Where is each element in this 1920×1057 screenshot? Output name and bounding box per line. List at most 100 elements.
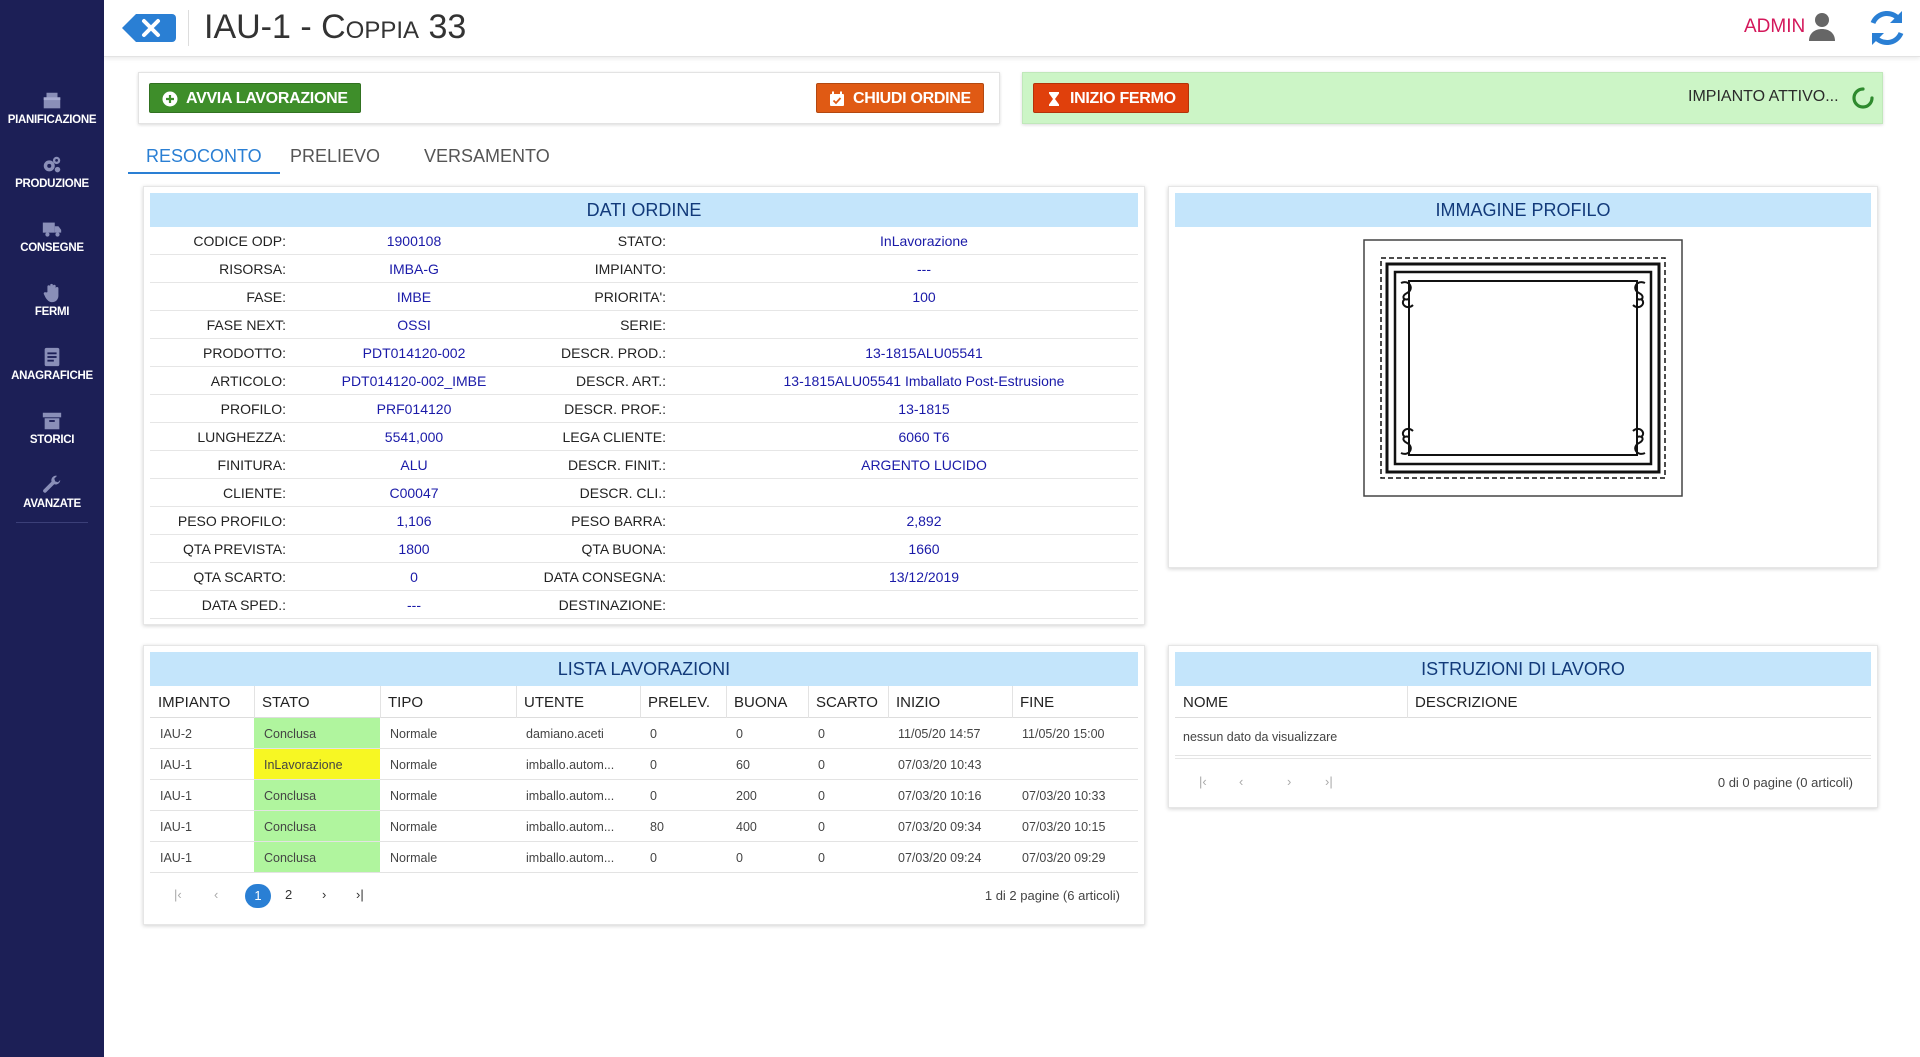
dati-row: RISORSA: IMBA-G IMPIANTO: --- <box>150 255 1138 283</box>
column-header[interactable]: PRELEV. <box>648 694 710 711</box>
cell-inizio: 11/05/20 14:57 <box>898 727 981 741</box>
prev-page-icon[interactable]: ‹ <box>1239 774 1243 789</box>
field-label: DESCR. CLI.: <box>579 485 666 501</box>
hand-icon <box>0 276 104 304</box>
field-value: 13-1815ALU05541 Imballato Post-Estrusion… <box>783 373 1065 389</box>
sidebar-item-avanzate[interactable]: AVANZATE <box>0 468 104 524</box>
column-header[interactable]: BUONA <box>734 694 787 711</box>
field-label: FASE NEXT: <box>206 317 286 333</box>
close-icon <box>122 14 176 42</box>
dati-ordine-panel: DATI ORDINE CODICE ODP: 1900108 STATO: InLa… <box>143 186 1145 625</box>
cell-impianto: IAU-2 <box>160 727 192 741</box>
cell-fine: 07/03/20 10:15 <box>1022 820 1106 834</box>
refresh-icon[interactable] <box>1866 7 1908 49</box>
field-label: PRIORITA': <box>594 289 666 305</box>
cell-buona: 0 <box>736 727 743 741</box>
page-button-current[interactable]: 1 <box>245 884 271 908</box>
column-header[interactable]: SCARTO <box>816 694 878 711</box>
field-label: DESCR. PROF.: <box>564 401 666 417</box>
column-header[interactable]: STATO <box>262 694 310 711</box>
inizio-fermo-button[interactable]: INIZIO FERMO <box>1033 83 1189 113</box>
sidebar-item-fermi[interactable]: FERMI <box>0 276 104 332</box>
pager-info: 1 di 2 pagine (6 articoli) <box>984 888 1120 903</box>
cell-tipo: Normale <box>390 758 438 772</box>
dati-row: QTA SCARTO: 0 DATA CONSEGNA: 13/12/2019 <box>150 563 1138 591</box>
dati-row: CODICE ODP: 1900108 STATO: InLavorazione <box>150 227 1138 255</box>
cell-inizio: 07/03/20 09:24 <box>898 851 982 865</box>
last-page-icon[interactable]: ›| <box>1325 774 1333 789</box>
next-page-icon[interactable]: › <box>1287 774 1291 789</box>
tab-resoconto[interactable]: RESOCONTO <box>128 140 280 174</box>
column-header[interactable]: FINE <box>1020 694 1054 711</box>
table-row[interactable]: IAU-1 Conclusa Normale imballo.autom... 0 0 0 0… <box>150 842 1138 873</box>
field-label: QTA PREVISTA: <box>183 541 286 557</box>
field-value: ARGENTO LUCIDO <box>861 457 987 473</box>
tab-prelievo[interactable]: PRELIEVO <box>272 140 398 174</box>
field-value: 13-1815 <box>898 401 950 417</box>
dati-row: FASE: IMBE PRIORITA': 100 <box>150 283 1138 311</box>
cell-utente: imballo.autom... <box>526 758 615 772</box>
avvia-lavorazione-button[interactable]: AVVIA LAVORAZIONE <box>149 83 361 113</box>
panel-title: DATI ORDINE <box>150 193 1138 227</box>
sidebar-item-label: STORICI <box>29 434 75 446</box>
chiudi-ordine-button[interactable]: CHIUDI ORDINE <box>816 83 984 113</box>
dati-row: ARTICOLO: PDT014120-002_IMBE DESCR. ART.: 1… <box>150 367 1138 395</box>
first-page-icon[interactable]: |‹ <box>1199 774 1207 789</box>
sidebar-item-anagrafiche[interactable]: ANAGRAFICHE <box>0 340 104 396</box>
profile-drawing <box>1363 239 1683 497</box>
field-value: 5541,000 <box>384 429 444 445</box>
address-book-icon <box>0 340 104 368</box>
cell-tipo: Normale <box>390 789 438 803</box>
field-value: PRF014120 <box>376 401 452 417</box>
istruzioni-table: NOME DESCRIZIONE nessun dato da visualiz… <box>1175 686 1871 756</box>
table-row[interactable]: IAU-1 Conclusa Normale imballo.autom... 80 40… <box>150 811 1138 842</box>
field-label: CLIENTE: <box>222 485 286 501</box>
first-page-icon[interactable]: |‹ <box>174 887 182 902</box>
last-page-icon[interactable]: ›| <box>356 887 364 902</box>
cell-buona: 200 <box>736 789 757 803</box>
sidebar-item-pianificazione[interactable]: PIANIFICAZIONE <box>0 84 104 140</box>
header-divider <box>188 10 189 46</box>
field-value: --- <box>917 261 931 277</box>
table-row[interactable]: IAU-2 Conclusa Normale damiano.aceti 0 0 0 11/0… <box>150 718 1138 749</box>
cell-utente: damiano.aceti <box>526 727 604 741</box>
sidebar: PIANIFICAZIONE PRODUZIONE CONSEGNE FERMI… <box>0 0 104 1057</box>
cell-stato: Conclusa <box>264 789 317 803</box>
field-value: 2,892 <box>906 513 942 529</box>
column-header[interactable]: DESCRIZIONE <box>1415 694 1518 711</box>
field-value: 1800 <box>398 541 430 557</box>
sidebar-item-label: CONSEGNE <box>20 242 84 254</box>
column-header[interactable]: TIPO <box>388 694 423 711</box>
cell-impianto: IAU-1 <box>160 820 192 834</box>
cell-buona: 400 <box>736 820 757 834</box>
cell-scarto: 0 <box>818 758 825 772</box>
field-label: LEGA CLIENTE: <box>562 429 666 445</box>
column-header[interactable]: IMPIANTO <box>158 694 230 711</box>
prev-page-icon[interactable]: ‹ <box>214 887 218 902</box>
page-button[interactable]: 2 <box>285 887 292 902</box>
cell-fine: 11/05/20 15:00 <box>1022 727 1105 741</box>
user-icon[interactable] <box>1808 12 1836 42</box>
column-header[interactable]: INIZIO <box>896 694 940 711</box>
table-row[interactable]: IAU-1 InLavorazione Normale imballo.autom..… <box>150 749 1138 780</box>
order-actions-bar: AVVIA LAVORAZIONE CHIUDI ORDINE <box>138 72 1000 124</box>
column-header[interactable]: NOME <box>1183 694 1228 711</box>
cell-scarto: 0 <box>818 789 825 803</box>
cell-stato: Conclusa <box>264 820 317 834</box>
next-page-icon[interactable]: › <box>322 887 326 902</box>
field-value: 6060 T6 <box>898 429 950 445</box>
user-name[interactable]: ADMIN <box>1744 16 1805 38</box>
tab-versamento[interactable]: VERSAMENTO <box>406 140 568 174</box>
sidebar-item-consegne[interactable]: CONSEGNE <box>0 212 104 268</box>
field-label: STATO: <box>617 233 666 249</box>
table-row[interactable]: IAU-1 Conclusa Normale imballo.autom... 0 200… <box>150 780 1138 811</box>
field-value: 0 <box>410 569 418 585</box>
sidebar-item-storici[interactable]: STORICI <box>0 404 104 460</box>
column-header[interactable]: UTENTE <box>524 694 584 711</box>
field-label: DESCR. FINIT.: <box>567 457 666 473</box>
cell-buona: 0 <box>736 851 743 865</box>
field-value: 1,106 <box>396 513 432 529</box>
sidebar-item-produzione[interactable]: PRODUZIONE <box>0 148 104 204</box>
back-button[interactable] <box>122 14 176 42</box>
cell-stato: Conclusa <box>264 727 317 741</box>
